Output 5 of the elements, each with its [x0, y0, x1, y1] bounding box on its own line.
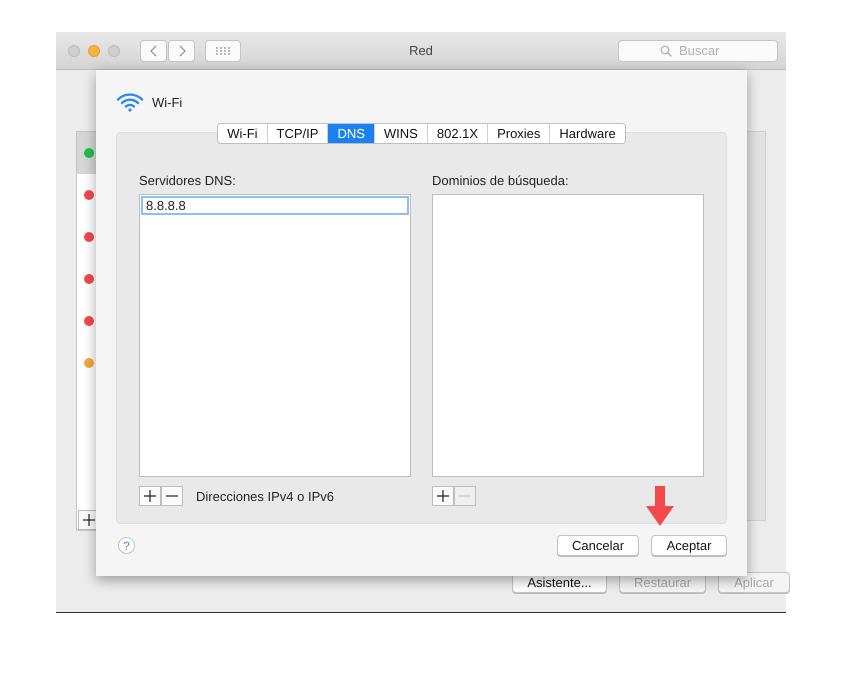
window-title: Red [409, 43, 433, 58]
list-label: Dominios de búsqueda: [432, 173, 570, 189]
hint-text: Direcciones IPv4 o IPv6 [196, 488, 334, 504]
list-label: Servidores DNS: [139, 173, 237, 189]
interface-name: Wi-Fi [152, 94, 182, 110]
